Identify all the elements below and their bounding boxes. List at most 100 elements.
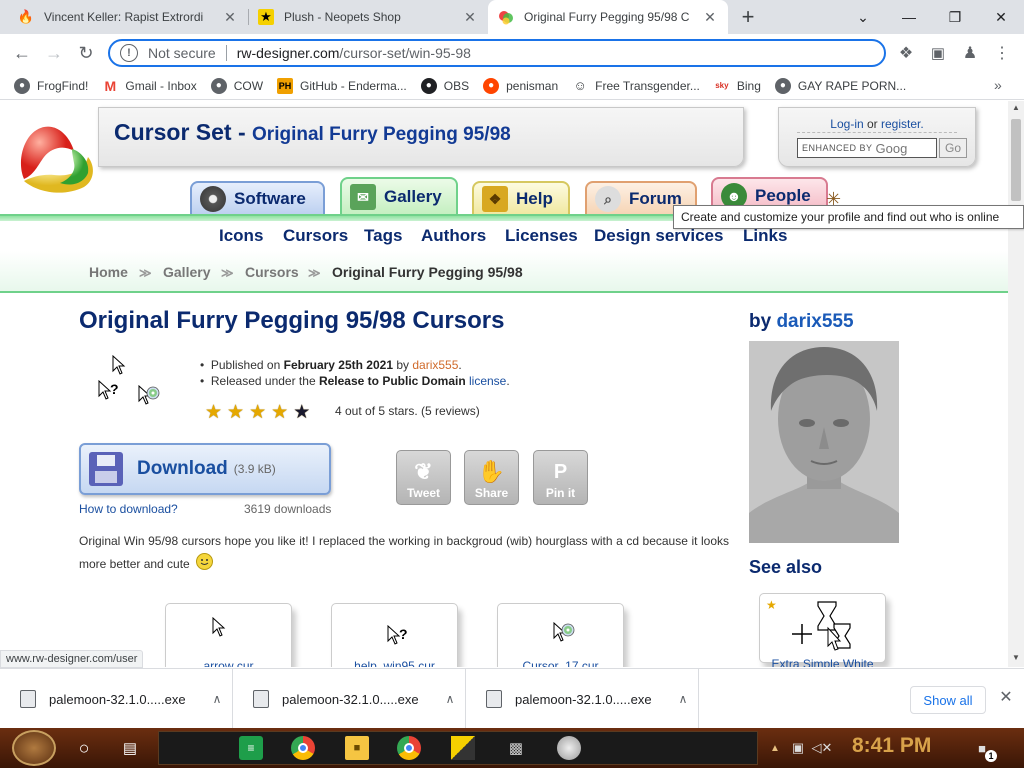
close-tab-icon[interactable]: ✕ <box>462 9 478 26</box>
security-label[interactable]: Not secure <box>148 45 216 61</box>
chevron-up-icon[interactable]: ∧ <box>668 692 698 706</box>
download-item[interactable]: palemoon-32.1.0.....exe ∧ <box>233 669 466 729</box>
url-text[interactable]: rw-designer.com/cursor-set/win-95-98 <box>237 45 471 61</box>
profile-avatar-icon[interactable]: ♟ <box>955 38 985 68</box>
star-empty-icon[interactable]: ★ <box>293 401 310 424</box>
rating-stars[interactable]: ★ ★ ★ ★ ★ <box>205 401 315 424</box>
search-go-button[interactable]: Go <box>939 138 967 158</box>
bookmark-penisman[interactable]: ● penisman <box>483 77 558 94</box>
taskbar-clock[interactable]: 8:41 PM <box>852 734 931 758</box>
cursor-card-17[interactable]: Cursor_17 cur <box>497 603 624 667</box>
subnav-tags[interactable]: Tags <box>364 226 402 246</box>
start-button[interactable] <box>12 730 56 766</box>
scrollbar-thumb[interactable] <box>1011 119 1021 201</box>
close-tab-icon[interactable]: ✕ <box>702 9 718 26</box>
star-filled-icon[interactable]: ★ <box>227 401 244 424</box>
bookmark-cow[interactable]: ● COW <box>210 77 263 94</box>
login-link[interactable]: Log-in <box>830 117 863 131</box>
bookmarks-overflow-icon[interactable]: » <box>994 77 1002 93</box>
search-circle-icon[interactable]: ○ <box>72 736 96 760</box>
browser-tab-2[interactable]: ★ Plush - Neopets Shop ✕ <box>248 0 488 34</box>
pin-it-button[interactable]: P Pin it <box>533 450 588 505</box>
browser-tab-1[interactable]: 🔥 Vincent Keller: Rapist Extrordi ✕ <box>8 0 248 34</box>
arrow-cursor-icon <box>112 355 126 375</box>
tab-gallery[interactable]: ✉ Gallery <box>340 177 458 217</box>
star-filled-icon[interactable]: ★ <box>271 401 288 424</box>
subnav-licenses[interactable]: Licenses <box>505 226 578 246</box>
scroll-down-icon[interactable]: ▼ <box>1008 653 1024 667</box>
app-icon-circle[interactable] <box>557 736 581 760</box>
subnav-design-services[interactable]: Design services <box>594 226 723 246</box>
warning-icon[interactable]: ! <box>120 44 138 62</box>
volume-muted-icon[interactable]: ◁✕ <box>810 736 834 760</box>
download-item[interactable]: palemoon-32.1.0.....exe ∧ <box>466 669 699 729</box>
breadcrumb-gallery[interactable]: Gallery <box>163 264 210 280</box>
tab-help[interactable]: ❖ Help <box>472 181 570 217</box>
tab-search-chevron-icon[interactable]: ⌄ <box>840 0 886 34</box>
chevron-up-icon[interactable]: ∧ <box>202 692 232 706</box>
search-input[interactable]: ENHANCED BY Goog <box>797 138 937 158</box>
network-icon[interactable]: ▣ <box>786 736 810 760</box>
page-scrollbar[interactable]: ▲ ▼ <box>1008 101 1024 667</box>
download-filename: palemoon-32.1.0.....exe <box>282 691 419 707</box>
register-link[interactable]: register. <box>881 117 924 131</box>
how-to-download-link[interactable]: How to download? <box>79 502 178 516</box>
forward-arrow-icon[interactable]: → <box>39 38 69 68</box>
app-icon-yellow[interactable] <box>451 736 475 760</box>
tab-label: Help <box>516 189 553 208</box>
published-author-link[interactable]: darix555 <box>412 358 458 372</box>
share-label: Share <box>474 486 509 500</box>
file-explorer-icon[interactable]: ■ <box>345 736 369 760</box>
cursor-card-help[interactable]: ? help_win95 cur <box>331 603 458 667</box>
author-link[interactable]: darix555 <box>776 311 853 332</box>
task-view-icon[interactable]: ▤ <box>118 736 142 760</box>
back-arrow-icon[interactable]: ← <box>7 38 37 68</box>
download-item[interactable]: palemoon-32.1.0.....exe ∧ <box>0 669 233 729</box>
subnav-links[interactable]: Links <box>743 226 787 246</box>
chevron-up-icon[interactable]: ∧ <box>435 692 465 706</box>
bookmark-frogfind[interactable]: ● FrogFind! <box>14 77 88 94</box>
breadcrumb-cursors[interactable]: Cursors <box>245 264 299 280</box>
restore-button[interactable]: ❐ <box>932 0 978 34</box>
tab-software[interactable]: Software <box>190 181 325 217</box>
app-icon-gray[interactable]: ▩ <box>504 736 528 760</box>
star-filled-icon[interactable]: ★ <box>205 401 222 424</box>
license-link[interactable]: license <box>466 374 506 388</box>
tweet-button[interactable]: ❦ Tweet <box>396 450 451 505</box>
see-also-heading: See also <box>749 557 823 577</box>
subnav-authors[interactable]: Authors <box>421 226 486 246</box>
bookmark-free[interactable]: ☺ Free Transgender... <box>572 77 700 94</box>
new-tab-button[interactable]: + <box>726 0 770 34</box>
reload-icon[interactable]: ↻ <box>71 38 101 68</box>
breadcrumb-home[interactable]: Home <box>89 264 128 280</box>
subnav-cursors[interactable]: Cursors <box>283 226 348 246</box>
close-tab-icon[interactable]: ✕ <box>222 9 238 26</box>
extensions-puzzle-icon[interactable]: ❖ <box>891 38 921 68</box>
bookmark-gay[interactable]: ● GAY RAPE PORN... <box>774 77 906 94</box>
chrome-app-icon[interactable] <box>291 736 315 760</box>
minimize-button[interactable]: — <box>886 0 932 34</box>
scroll-up-icon[interactable]: ▲ <box>1008 103 1024 117</box>
side-panel-icon[interactable]: ▣ <box>923 38 953 68</box>
pinterest-icon: P <box>553 461 568 483</box>
bookmark-bing[interactable]: sky Bing <box>713 77 761 94</box>
bookmark-obs[interactable]: ● OBS <box>420 77 469 94</box>
sheets-app-icon[interactable]: ≡ <box>239 736 263 760</box>
tray-chevron-icon[interactable]: ▲ <box>763 736 787 760</box>
download-button[interactable]: Download (3.9 kB) <box>79 443 331 495</box>
menu-kebab-icon[interactable]: ⋮ <box>987 38 1017 68</box>
bookmark-gmail[interactable]: M Gmail - Inbox <box>102 77 197 94</box>
subnav-icons[interactable]: Icons <box>219 226 263 246</box>
close-shelf-icon[interactable]: ✕ <box>996 687 1016 711</box>
see-also-card[interactable]: ★ Extra Simple White <box>759 593 886 667</box>
bookmark-github[interactable]: PH GitHub - Enderma... <box>277 77 407 94</box>
cursor-card-arrow[interactable]: arrow cur <box>165 603 292 667</box>
facebook-share-button[interactable]: ✋ Share <box>464 450 519 505</box>
show-all-button[interactable]: Show all <box>910 686 986 714</box>
close-window-button[interactable]: ✕ <box>978 0 1024 34</box>
title-prefix: Cursor Set - <box>114 119 253 145</box>
address-bar[interactable]: ! Not secure rw-designer.com/cursor-set/… <box>108 39 886 67</box>
chrome-app-icon-2[interactable] <box>397 736 421 760</box>
star-filled-icon[interactable]: ★ <box>249 401 266 424</box>
browser-tab-3-active[interactable]: Original Furry Pegging 95/98 C ✕ <box>488 0 728 34</box>
